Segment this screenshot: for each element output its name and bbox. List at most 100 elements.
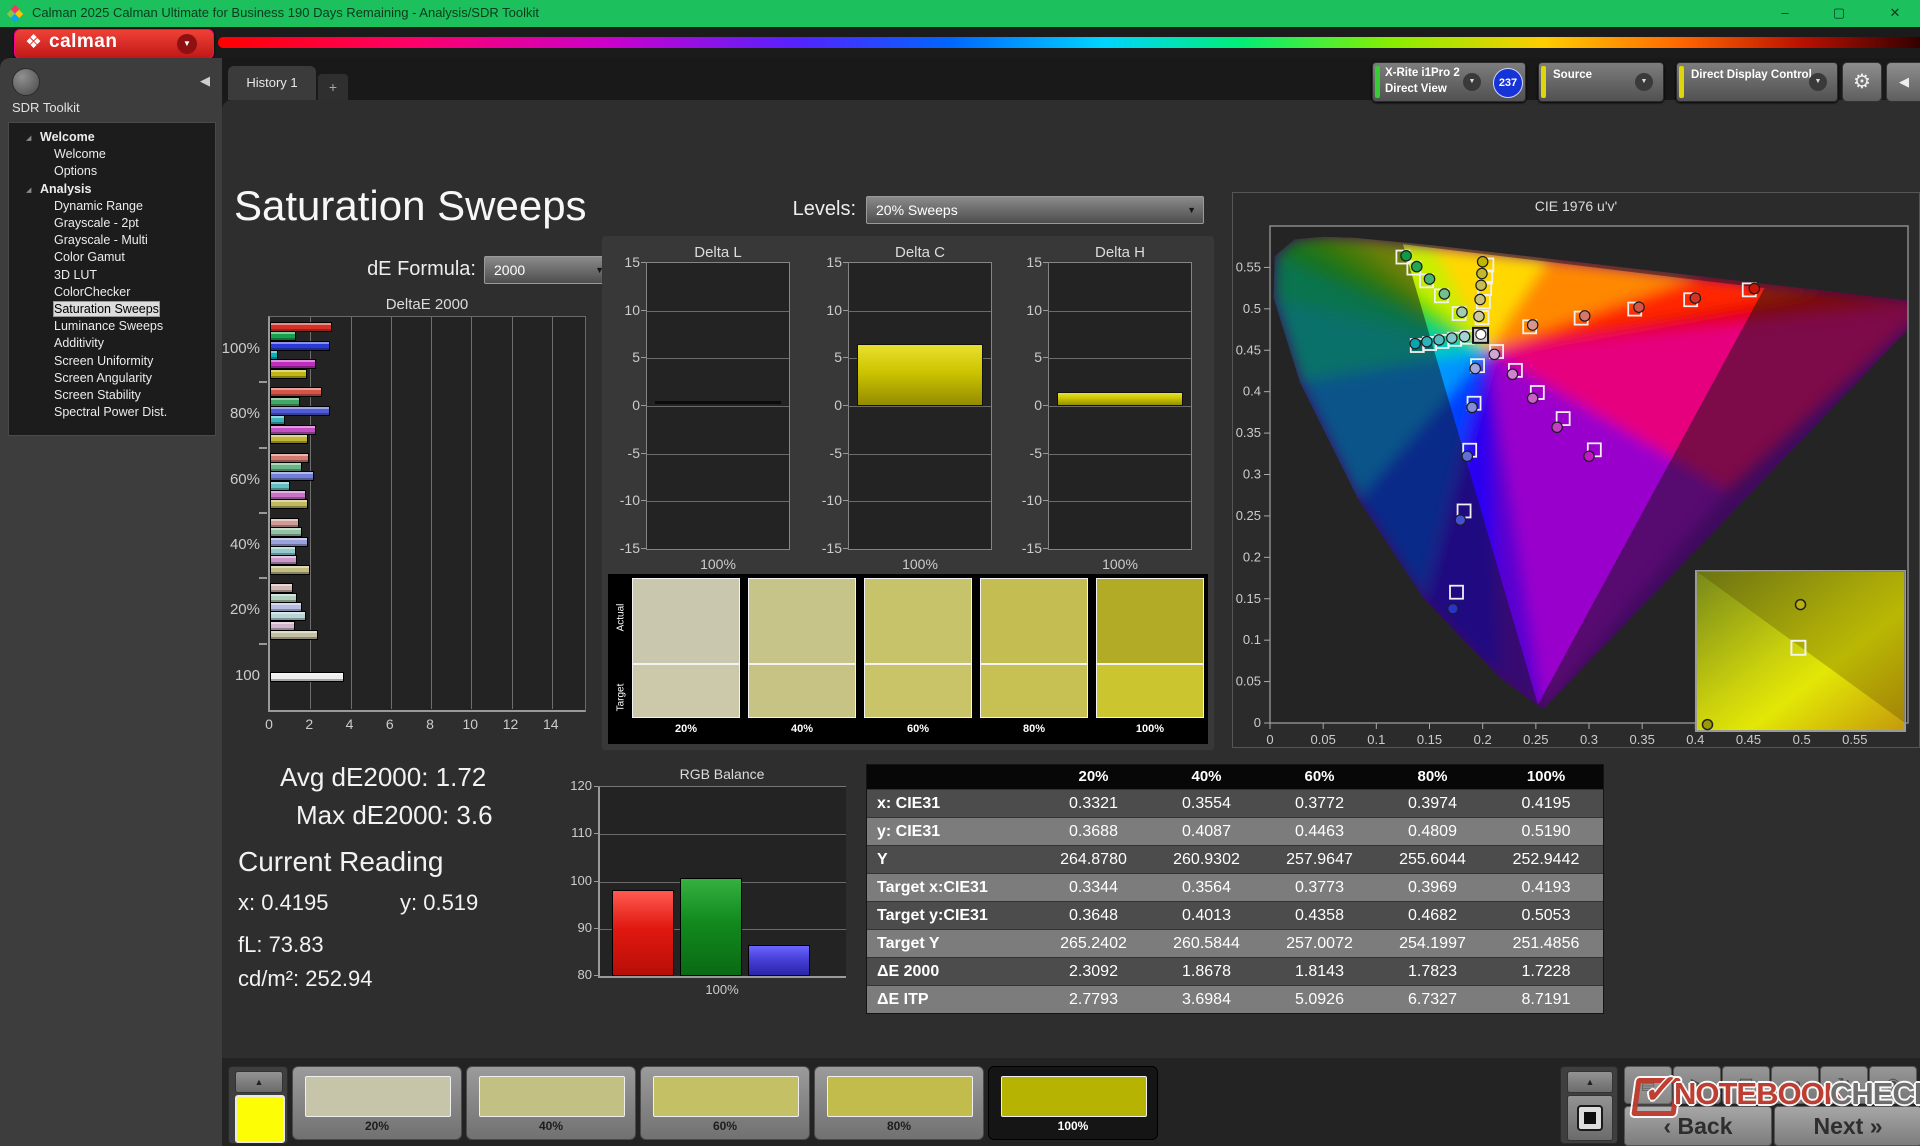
sidebar-item-color-gamut[interactable]: Color Gamut [9,249,213,266]
y-axis-tick-label: -5 [627,444,640,461]
svg-text:0.35: 0.35 [1630,732,1655,747]
calman-menu-button[interactable]: ❖ calman ▼ [14,29,214,59]
meter-dropdown[interactable]: X-Rite i1Pro 2 Direct View ▼ 237 [1372,62,1526,102]
table-cell: 0.4013 [1182,907,1231,924]
levels-value: 20% Sweeps [876,202,958,218]
table-cell: 1.8143 [1295,963,1344,980]
table-cell: 0.3648 [1069,907,1118,924]
display-control-dropdown[interactable]: Direct Display Control ▼ [1676,62,1838,102]
x-axis-tick-label: 2 [305,716,314,732]
axis-tick [1043,309,1048,311]
sidebar-title: SDR Toolkit [12,100,80,115]
current-patch-panel: ▲ [228,1066,288,1144]
table-header-cell: 60% [1304,768,1335,785]
chevron-down-icon[interactable]: ▼ [1635,73,1653,91]
sidebar-item-grayscale-multi[interactable]: Grayscale - Multi [9,232,213,249]
swatch-button-20%[interactable]: 20% [292,1066,462,1140]
y-axis-tick-label: 0 [834,397,842,413]
sidebar-item-welcome[interactable]: Welcome [9,146,213,163]
up-arrow-icon: ▲ [1585,1077,1595,1087]
toolbar-glyph-button-3[interactable]: ▣ [1722,1066,1770,1104]
sidebar-item-screen-stability[interactable]: Screen Stability [9,387,213,404]
minimize-button[interactable]: – [1768,3,1802,23]
sidebar-item-saturation-sweeps[interactable]: Saturation Sweeps [9,301,213,318]
next-button[interactable]: Next » [1774,1106,1920,1146]
sidebar-item-options[interactable]: Options [9,163,213,180]
svg-text:0.3: 0.3 [1580,732,1598,747]
tree-expander-icon[interactable]: ◢ [26,186,31,194]
actual-swatch-60% [864,578,972,664]
deltaC-title: Delta C [894,244,946,261]
toolbar-glyph-button-1[interactable]: ▤ [1624,1066,1672,1104]
toolbar-glyph-button-2[interactable]: ▶ [1673,1066,1721,1104]
table-cell: 0.4087 [1182,823,1231,840]
axis-tick [1043,452,1048,454]
session-up-button[interactable]: ▲ [1567,1071,1613,1093]
swatch-button-100%[interactable]: 100% [988,1066,1158,1140]
tree-item-label: Welcome [54,147,106,162]
sidebar-item-3d-lut[interactable]: 3D LUT [9,267,213,284]
sidebar-item-grayscale-2pt[interactable]: Grayscale - 2pt [9,215,213,232]
sidebar-item-screen-angularity[interactable]: Screen Angularity [9,370,213,387]
meter-count-badge: 237 [1493,68,1523,98]
close-button[interactable]: ✕ [1878,3,1912,23]
toolbar-glyph-button-5[interactable]: ↻ [1820,1066,1868,1104]
svg-text:0.5: 0.5 [1793,732,1811,747]
table-cell: 0.4193 [1521,879,1571,896]
axis-tick [1043,357,1048,359]
sidebar-item-spectral-power-dist-[interactable]: Spectral Power Dist. [9,404,213,421]
tree-expander-icon[interactable]: ◢ [26,134,31,142]
sidebar-item-additivity[interactable]: Additivity [9,335,213,352]
de-formula-select[interactable]: 2000 ▼ [484,256,612,284]
swatch-chip [653,1076,799,1117]
sidebar-item-dynamic-range[interactable]: Dynamic Range [9,198,213,215]
svg-text:0.55: 0.55 [1842,732,1867,747]
svg-text:0.05: 0.05 [1236,674,1261,689]
actual-swatch-80% [980,578,1088,664]
sidebar-item-screen-uniformity[interactable]: Screen Uniformity [9,353,213,370]
tab-history-1[interactable]: History 1 [228,66,316,100]
back-arrow-icon: ‹ [1663,1113,1672,1139]
chevron-down-icon[interactable]: ▼ [1463,73,1481,91]
table-header-cell: 20% [1078,768,1109,785]
y-axis-tick-label: 5 [834,349,842,366]
tree-item-label: Saturation Sweeps [53,301,160,317]
grid-line [647,310,789,312]
swatch-button-80%[interactable]: 80% [814,1066,984,1140]
svg-text:0.45: 0.45 [1236,342,1261,357]
bar-40% [270,564,310,575]
collapse-right-panel-button[interactable]: ◀ [1886,62,1920,102]
chevron-down-icon[interactable]: ▼ [177,34,197,54]
collapse-sidebar-button[interactable]: ◀ [194,70,216,92]
grid-line [390,317,392,709]
bar-100% [270,368,307,379]
grid-line [471,317,473,709]
source-dropdown[interactable]: Source ▼ [1538,62,1664,102]
tree-group-analysis[interactable]: ◢ Analysis [9,181,213,198]
calman-logo-icon: ❖ [25,32,43,53]
patch-up-button[interactable]: ▲ [235,1071,283,1093]
y-axis-tick-label: -5 [829,444,842,461]
levels-select[interactable]: 20% Sweeps ▼ [866,196,1204,224]
add-tab-button[interactable]: + [318,74,348,100]
maximize-button[interactable]: ▢ [1822,3,1856,23]
toolbar-glyph-button-6[interactable]: ◉ [1869,1066,1917,1104]
settings-button[interactable]: ⚙ [1842,62,1882,102]
deltae2000-chart-title: DeltaE 2000 [385,296,469,313]
stop-button[interactable] [1567,1095,1613,1141]
sidebar-item-colorchecker[interactable]: ColorChecker [9,284,213,301]
swatch-button-60%[interactable]: 60% [640,1066,810,1140]
swatch-button-40%[interactable]: 40% [466,1066,636,1140]
tree-group-welcome[interactable]: ◢ Welcome [9,129,213,146]
back-button[interactable]: ‹ Back [1624,1106,1772,1146]
axis-tick [259,381,267,384]
axis-tick [641,262,646,263]
y-axis-tick-label: 110 [571,825,592,841]
source-status-stripe [1541,66,1546,98]
chevron-down-icon[interactable]: ▼ [1809,73,1827,91]
y-axis-tick-label: 100 [570,872,592,888]
target-row-label: Target [615,683,627,712]
toolbar-glyph-button-4[interactable]: ∞ [1771,1066,1819,1104]
svg-text:0.4: 0.4 [1243,384,1261,399]
sidebar-item-luminance-sweeps[interactable]: Luminance Sweeps [9,318,213,335]
